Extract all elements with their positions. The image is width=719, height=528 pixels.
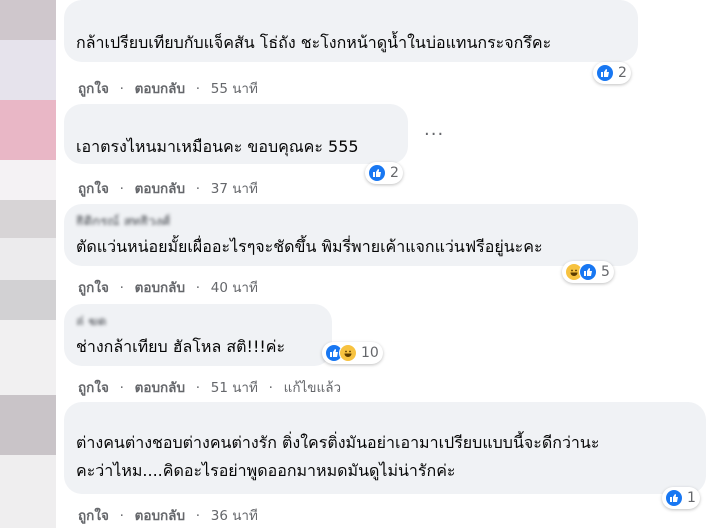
avatar bbox=[0, 0, 56, 40]
edited-label[interactable]: แก้ไขแล้ว bbox=[284, 380, 341, 396]
reaction-count: 10 bbox=[361, 345, 379, 361]
comment-text: กล้าเปรียบเทียบกับแจ็คสัน โธ่ถัง ชะโงกหน… bbox=[76, 33, 552, 52]
like-icon bbox=[368, 164, 386, 182]
comment-actions: ถูกใจ · ตอบกลับ · 36 นาที bbox=[78, 504, 258, 526]
more-options-icon[interactable]: ··· bbox=[424, 124, 444, 145]
comment-timestamp[interactable]: 51 นาที bbox=[211, 380, 258, 396]
comment-text: ตัดแว่นหน่อยมั้ยเผื่ออะไรๆจะชัดขึ้น พิมร… bbox=[76, 237, 543, 256]
comment-bubble: ธิดิกรณ์ สุทธิวงศ์ ตัดแว่นหน่อยมั้ยเผื่อ… bbox=[64, 204, 638, 266]
comment-actions: ถูกใจ · ตอบกลับ · 51 นาที · แก้ไขแล้ว bbox=[78, 376, 341, 398]
comment-timestamp[interactable]: 40 นาที bbox=[211, 280, 258, 296]
reaction-count: 1 bbox=[687, 490, 696, 506]
reaction-summary[interactable]: 1 bbox=[662, 487, 700, 509]
reply-button[interactable]: ตอบกลับ bbox=[135, 81, 185, 97]
separator: · bbox=[195, 81, 201, 97]
reply-button[interactable]: ตอบกลับ bbox=[135, 380, 185, 396]
avatar bbox=[0, 160, 56, 200]
like-button[interactable]: ถูกใจ bbox=[78, 81, 109, 97]
separator: · bbox=[268, 380, 273, 396]
like-button[interactable]: ถูกใจ bbox=[78, 380, 109, 396]
comment-bubble: อุ่ ฆดุ ช่างกล้าเทียบ ฮัลโหล สติ!!!ค่ะ bbox=[64, 304, 332, 366]
comment-author[interactable] bbox=[76, 111, 396, 125]
avatar bbox=[0, 238, 56, 280]
comment-timestamp[interactable]: 55 นาที bbox=[211, 81, 258, 97]
comment-actions: ถูกใจ · ตอบกลับ · 37 นาที bbox=[78, 177, 258, 199]
separator: · bbox=[119, 508, 124, 524]
comment-text: คะว่าไหม....คิดอะไรอย่าพูดออกมาหมดมันดูไ… bbox=[76, 461, 456, 480]
reaction-count: 2 bbox=[618, 65, 627, 81]
reply-button[interactable]: ตอบกลับ bbox=[135, 181, 185, 197]
comment-author[interactable]: อุ่ ฆดุ bbox=[76, 311, 320, 325]
reaction-count: 5 bbox=[601, 264, 610, 280]
avatar bbox=[0, 40, 56, 100]
like-button[interactable]: ถูกใจ bbox=[78, 280, 109, 296]
separator: · bbox=[119, 81, 124, 97]
like-button[interactable]: ถูกใจ bbox=[78, 181, 109, 197]
separator: · bbox=[119, 181, 124, 197]
reply-button[interactable]: ตอบกลับ bbox=[135, 280, 185, 296]
like-icon bbox=[596, 64, 614, 82]
reply-button[interactable]: ตอบกลับ bbox=[135, 508, 185, 524]
separator: · bbox=[195, 181, 201, 197]
avatar bbox=[0, 100, 56, 160]
comment-text: ต่างคนต่างชอบต่างคนต่างรัก ติ่งใครติ่งมั… bbox=[76, 433, 600, 452]
comment-author[interactable] bbox=[76, 7, 626, 21]
avatar bbox=[0, 395, 56, 455]
separator: · bbox=[195, 380, 201, 396]
haha-icon bbox=[339, 344, 357, 362]
reaction-summary[interactable]: 5 bbox=[562, 261, 614, 283]
comment-text: เอาตรงไหนมาเหมือนคะ ขอบคุณคะ 555 bbox=[76, 137, 359, 156]
comment-bubble: กล้าเปรียบเทียบกับแจ็คสัน โธ่ถัง ชะโงกหน… bbox=[64, 0, 638, 62]
comment-author[interactable]: ธิดิกรณ์ สุทธิวงศ์ bbox=[76, 211, 626, 225]
comment-actions: ถูกใจ · ตอบกลับ · 40 นาที bbox=[78, 276, 258, 298]
separator: · bbox=[119, 280, 124, 296]
comment-timestamp[interactable]: 37 นาที bbox=[211, 181, 258, 197]
separator: · bbox=[119, 380, 124, 396]
separator: · bbox=[195, 508, 201, 524]
avatar bbox=[0, 320, 56, 395]
like-icon bbox=[665, 489, 683, 507]
separator: · bbox=[195, 280, 201, 296]
comment-author[interactable] bbox=[76, 409, 694, 423]
comment-bubble: เอาตรงไหนมาเหมือนคะ ขอบคุณคะ 555 bbox=[64, 104, 408, 164]
comment-timestamp[interactable]: 36 นาที bbox=[211, 508, 258, 524]
comment-actions: ถูกใจ · ตอบกลับ · 55 นาที bbox=[78, 77, 258, 99]
avatar bbox=[0, 200, 56, 238]
avatar bbox=[0, 280, 56, 320]
reaction-summary[interactable]: 2 bbox=[593, 62, 631, 84]
reaction-summary[interactable]: 10 bbox=[322, 342, 383, 364]
comment-text: ช่างกล้าเทียบ ฮัลโหล สติ!!!ค่ะ bbox=[76, 337, 286, 356]
comment-bubble: ต่างคนต่างชอบต่างคนต่างรัก ติ่งใครติ่งมั… bbox=[64, 402, 706, 494]
avatar bbox=[0, 455, 56, 528]
reaction-summary[interactable]: 2 bbox=[365, 162, 403, 184]
like-button[interactable]: ถูกใจ bbox=[78, 508, 109, 524]
reaction-count: 2 bbox=[390, 165, 399, 181]
like-icon bbox=[579, 263, 597, 281]
